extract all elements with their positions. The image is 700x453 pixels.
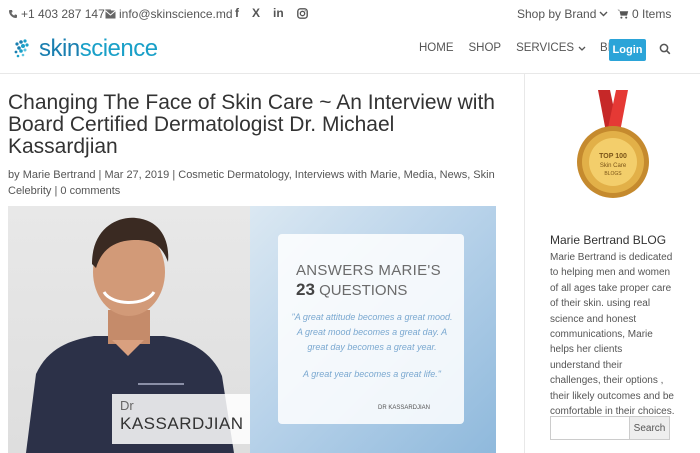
sidebar-divider [524, 74, 525, 453]
search-icon[interactable] [659, 43, 671, 55]
doctor-name-tag: Dr KASSARDJIAN [112, 394, 250, 444]
sidebar-description: Marie Bertrand is dedicated to helping m… [550, 252, 675, 418]
logo-dots-icon [14, 39, 29, 58]
top-100-blogs-badge[interactable]: TOP 100 Skin Care BLOGS [558, 90, 668, 208]
envelope-icon [105, 9, 116, 18]
chevron-down-icon [599, 11, 608, 17]
site-logo[interactable]: skinscience [13, 34, 158, 64]
nav-services[interactable]: SERVICES [516, 42, 586, 54]
social-links: f X in [235, 6, 308, 20]
quote-text: "A great attitude becomes a great mood. … [291, 312, 453, 352]
x-twitter-icon[interactable]: X [252, 6, 260, 20]
cart-icon [617, 9, 629, 19]
logo-text: skinscience [39, 35, 158, 62]
article-header: Changing The Face of Skin Care ~ An Inte… [8, 92, 508, 199]
quote-card: ANSWERS MARIE'S 23 QUESTIONS "A great at… [278, 234, 464, 424]
nav-shop[interactable]: SHOP [469, 42, 502, 54]
badge-line3: BLOGS [604, 171, 622, 177]
quote-author: DR KASSARDJIAN [378, 405, 431, 411]
cart-count: 0 Items [632, 7, 672, 21]
instagram-icon[interactable] [296, 7, 308, 19]
linkedin-icon[interactable]: in [273, 6, 284, 20]
medal-icon: TOP 100 Skin Care BLOGS [577, 90, 649, 198]
quote-heading: ANSWERS MARIE'S [296, 262, 441, 279]
site-header: skinscience HOME SHOP SERVICES BLOG Logi… [0, 28, 700, 74]
badge-line1: TOP 100 [599, 153, 627, 160]
post-date: Mar 27, 2019 [104, 169, 170, 181]
email-link[interactable]: info@skinscience.md [105, 7, 233, 21]
author-link[interactable]: Marie Bertrand [23, 169, 96, 181]
nav-home[interactable]: HOME [419, 42, 454, 54]
sidebar-title: Marie Bertrand BLOG [550, 233, 667, 247]
quote-text-end: A great year becomes a great life." [303, 369, 441, 379]
sidebar-search-input[interactable] [550, 416, 630, 440]
cart-link[interactable]: 0 Items [617, 7, 671, 21]
shop-by-brand-label: Shop by Brand [517, 7, 597, 21]
comments-link[interactable]: 0 comments [60, 185, 120, 197]
top-bar: +1 403 287 1477 info@skinscience.md f X … [0, 0, 700, 28]
shop-by-brand-menu[interactable]: Shop by Brand [517, 7, 608, 21]
login-button[interactable]: Login [609, 39, 646, 61]
phone-icon [9, 10, 17, 18]
phone-number: +1 403 287 1477 [21, 7, 112, 21]
phone-link[interactable]: +1 403 287 1477 [8, 7, 111, 21]
chevron-down-icon [578, 46, 586, 51]
email-address: info@skinscience.md [119, 7, 233, 21]
post-title: Changing The Face of Skin Care ~ An Inte… [8, 91, 495, 158]
post-meta: by Marie Bertrand | Mar 27, 2019 | Cosme… [8, 169, 495, 197]
quote-subheading: 23 QUESTIONS [296, 280, 408, 299]
quote-panel: ANSWERS MARIE'S 23 QUESTIONS "A great at… [250, 206, 496, 453]
badge-line2: Skin Care [600, 163, 627, 169]
facebook-icon[interactable]: f [235, 6, 239, 20]
sidebar-search-button[interactable]: Search [630, 416, 670, 440]
featured-image: ANSWERS MARIE'S 23 QUESTIONS "A great at… [8, 206, 496, 453]
